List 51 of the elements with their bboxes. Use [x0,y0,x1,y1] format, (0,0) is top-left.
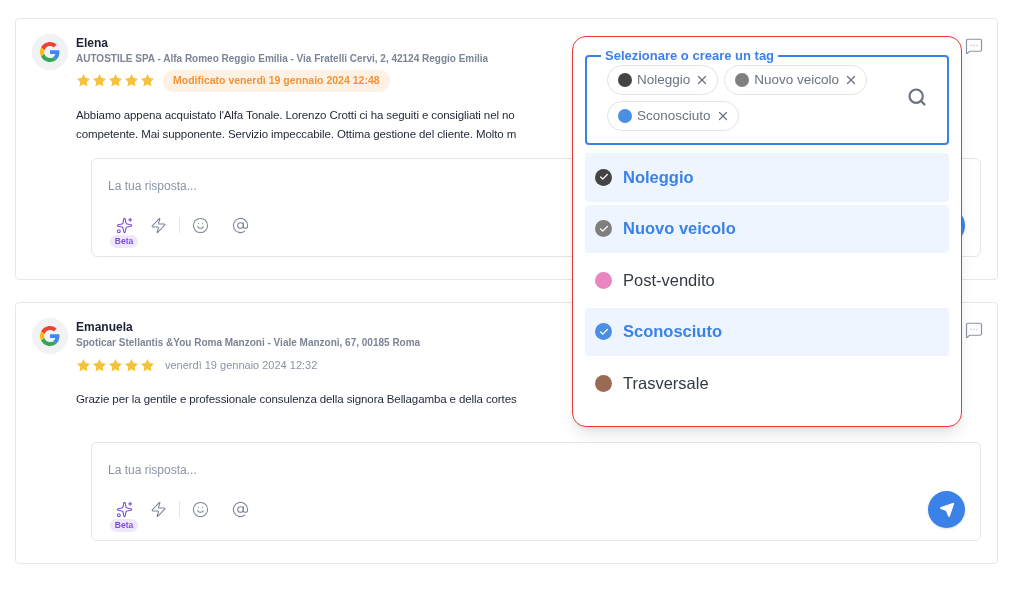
star-icon [140,73,155,89]
review-location: AUTOSTILE SPA - Alfa Romeo Reggio Emilia - Via Fratelli Cervi, 2, 42124 Reggio Emilia [76,52,490,66]
mark-answered-icon[interactable] [965,37,983,55]
tag-field-label: Selezionare o creare un tag [604,49,776,63]
star-icon [76,357,91,373]
review-location: Spoticar Stellantis &You Roma Manzoni - Viale Manzoni, 67, 00185 Roma [76,335,422,350]
mention-icon[interactable] [232,216,249,234]
ai-sparkles-icon[interactable] [115,501,133,519]
google-logo-icon [40,325,60,346]
lightning-icon[interactable] [150,216,167,234]
beta-badge: Beta [109,234,139,248]
reviewer-name: Emanuela [76,318,134,335]
search-icon[interactable] [907,87,927,107]
emoji-icon[interactable] [192,216,209,234]
tag-chip-label: Noleggio [637,70,691,89]
tag-option-label: Post-vendito [623,269,715,291]
star-icon [76,73,91,89]
send-icon [938,501,955,518]
tag-option-label: Trasversale [623,372,709,394]
tag-chip-label: Nuovo veicolo [754,70,840,89]
emoji-icon[interactable] [192,501,209,519]
review-text: Grazie per la gentile e professionale consulenza della signora Bellagamba e della cortes [76,392,517,408]
lightning-icon[interactable] [150,501,167,519]
reply-field[interactable]: La tua risposta... [108,461,508,480]
tag-option-label: Nuovo veicolo [623,218,736,240]
reply-field[interactable]: La tua risposta... [108,176,508,195]
ai-sparkles-icon[interactable] [115,216,133,234]
modified-date: Modificato venerdì 19 gennaio 2024 12:48 [163,70,390,92]
tag-option[interactable]: Sconosciuto [585,307,949,356]
review-text: Abbiamo appena acquistato l'Alfa Tonale. Lorenzo Crotti ci ha seguiti e consigliati nel no [76,107,516,123]
review-date: venerdì 19 gennaio 2024 12:32 [164,357,319,373]
tag-option-label: Noleggio [623,166,694,188]
star-icon [108,73,123,89]
mark-answered-icon[interactable] [965,320,983,339]
review-text: competente. Mai supponente. Servizio impeccabile. Ottima gestione del cliente. Molto m [76,126,517,142]
tag-input-field[interactable]: Selezionare o creare un tag Noleggio Nuovo veicolo Sconosciuto [585,49,949,145]
tag-option[interactable]: Nuovo veicolo [585,204,949,253]
google-logo-icon [40,42,60,62]
send-button[interactable] [928,491,965,529]
reviewer-name: Elena [76,35,109,51]
star-icon [140,357,155,373]
star-icon [92,73,107,89]
beta-badge: Beta [109,519,139,533]
star-icon [92,357,107,373]
tag-option-label: Sconosciuto [623,321,722,343]
star-icon [124,73,139,89]
star-icon [124,357,139,373]
tag-chip-label: Sconosciuto [637,106,711,125]
star-icon [108,357,123,373]
mention-icon[interactable] [232,501,249,519]
tag-option[interactable]: Noleggio [585,153,949,202]
